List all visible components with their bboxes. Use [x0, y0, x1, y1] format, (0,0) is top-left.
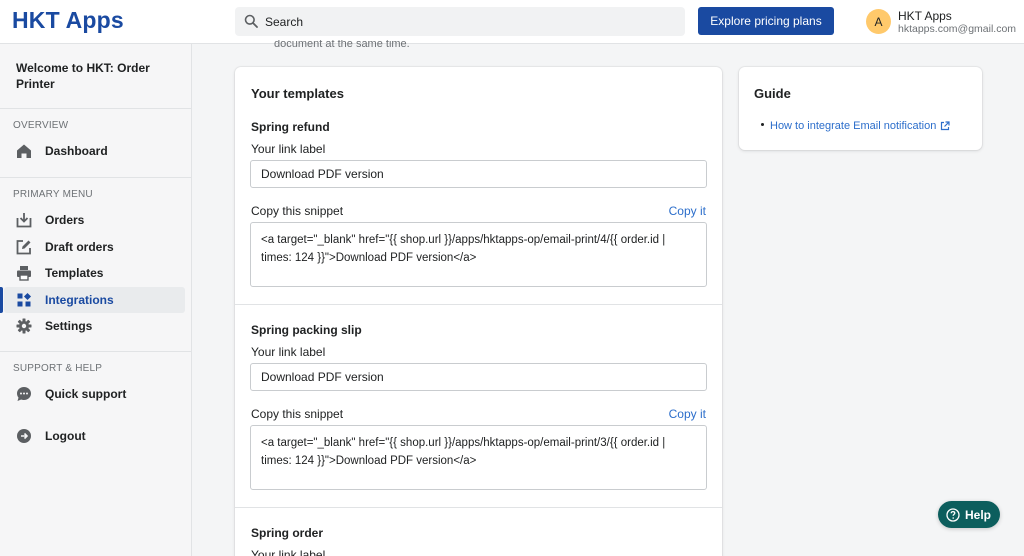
sidebar-item-label: Orders [45, 213, 85, 227]
sidebar-item-label: Templates [45, 266, 104, 280]
section-label-primary-menu: PRIMARY MENU [13, 189, 93, 200]
template-name: Spring refund [251, 120, 330, 134]
copy-snippet-link[interactable]: Copy it [669, 407, 706, 421]
sidebar: Welcome to HKT: Order Printer OVERVIEW D… [0, 44, 192, 556]
snippet-caption: Copy this snippet [251, 204, 344, 218]
sidebar-divider [0, 108, 191, 109]
copy-snippet-link[interactable]: Copy it [669, 204, 706, 218]
search-bar[interactable] [235, 7, 685, 36]
sidebar-item-orders[interactable]: Orders [4, 207, 185, 233]
section-label-support: SUPPORT & HELP [13, 363, 103, 374]
card-title: Your templates [251, 86, 344, 101]
guide-title: Guide [754, 86, 791, 101]
sidebar-divider [0, 177, 191, 178]
link-label-caption: Your link label [251, 142, 326, 156]
sidebar-item-integrations[interactable]: Integrations [0, 287, 185, 313]
integrations-icon [17, 292, 32, 307]
search-input[interactable] [265, 7, 675, 36]
intro-text-cut: document at the same time. [274, 40, 410, 50]
snippet-caption: Copy this snippet [251, 407, 344, 421]
explore-pricing-button[interactable]: Explore pricing plans [698, 7, 834, 35]
draft-edit-icon [16, 240, 31, 255]
top-bar: HKT Apps Explore pricing plans A HKT App… [0, 0, 1024, 44]
sidebar-item-label: Quick support [45, 387, 127, 401]
sidebar-item-label: Draft orders [45, 240, 114, 254]
sidebar-item-quick-support[interactable]: Quick support [4, 381, 185, 407]
sidebar-item-logout[interactable]: Logout [4, 423, 185, 449]
sidebar-item-draft-orders[interactable]: Draft orders [4, 234, 185, 260]
sidebar-welcome: Welcome to HKT: Order Printer [16, 61, 150, 91]
sidebar-item-settings[interactable]: Settings [4, 313, 185, 339]
chat-icon [17, 387, 31, 401]
sidebar-item-templates[interactable]: Templates [4, 260, 185, 286]
help-button[interactable]: Help [938, 501, 1000, 528]
email-notification-guide-link[interactable]: How to integrate Email notification [770, 120, 950, 132]
search-icon [244, 14, 258, 28]
sidebar-item-label: Dashboard [45, 144, 108, 158]
user-email: hktapps.com@gmail.com [898, 23, 1017, 35]
bullet [761, 123, 764, 126]
sidebar-item-label: Logout [45, 429, 86, 443]
app-logo[interactable]: HKT Apps [12, 7, 124, 34]
download-box-icon [16, 213, 32, 228]
sidebar-divider [0, 351, 191, 352]
template-name: Spring packing slip [251, 323, 362, 337]
template-divider [235, 304, 722, 305]
printer-icon [17, 266, 31, 281]
gear-icon [16, 318, 32, 334]
external-link-icon [941, 121, 950, 131]
sidebar-item-dashboard[interactable]: Dashboard [4, 138, 185, 164]
avatar[interactable]: A [866, 9, 891, 34]
question-circle-icon [946, 507, 960, 522]
guide-link-label: How to integrate Email notification [770, 120, 937, 132]
template-divider [235, 507, 722, 508]
user-name[interactable]: HKT Apps [898, 9, 952, 23]
templates-card: Your templates Spring refund Your link l… [235, 67, 722, 556]
template-name: Spring order [251, 526, 324, 540]
section-label-overview: OVERVIEW [13, 120, 69, 131]
guide-card: Guide How to integrate Email notificatio… [739, 67, 982, 150]
link-label-input[interactable] [250, 160, 707, 188]
link-label-caption: Your link label [251, 548, 326, 556]
link-label-input[interactable] [250, 363, 707, 391]
sidebar-item-label: Integrations [45, 293, 114, 307]
link-label-caption: Your link label [251, 345, 326, 359]
home-icon [17, 144, 31, 158]
sidebar-item-label: Settings [45, 319, 93, 333]
help-label: Help [965, 507, 992, 522]
snippet-textarea[interactable]: <a target="_blank" href="{{ shop.url }}/… [250, 425, 707, 490]
logout-icon [17, 429, 31, 443]
snippet-textarea[interactable]: <a target="_blank" href="{{ shop.url }}/… [250, 222, 707, 287]
